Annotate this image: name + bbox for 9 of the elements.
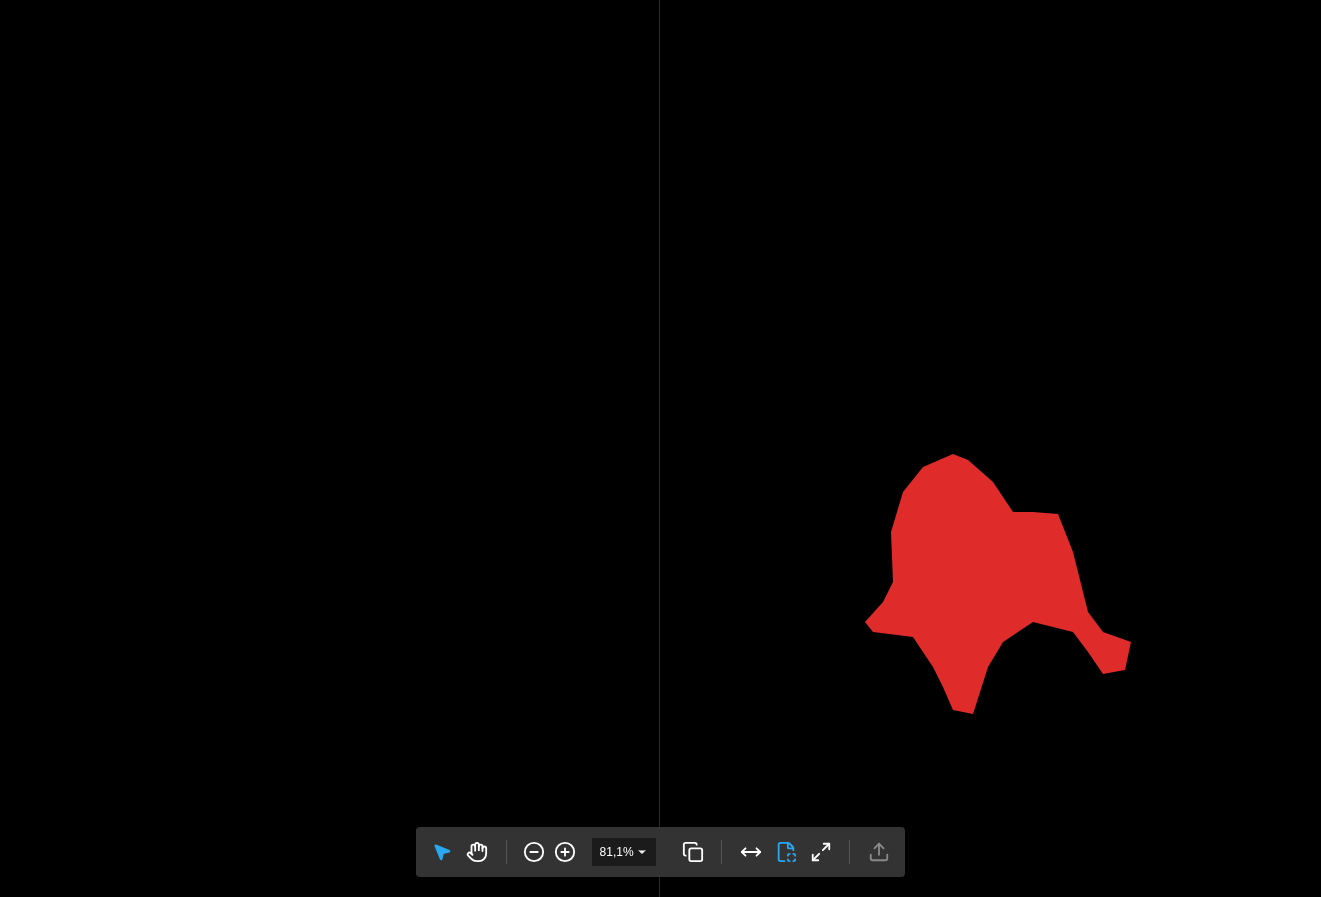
fullscreen-icon xyxy=(809,841,832,863)
pages-icon xyxy=(681,841,704,863)
pointer-icon xyxy=(432,842,453,862)
zoom-in-icon xyxy=(553,841,576,863)
zoom-out-icon xyxy=(522,841,545,863)
upload-icon xyxy=(867,841,890,863)
zoom-dropdown[interactable]: 81,1% xyxy=(591,838,656,866)
zoom-value: 81,1% xyxy=(599,844,634,861)
hand-icon xyxy=(466,841,489,863)
